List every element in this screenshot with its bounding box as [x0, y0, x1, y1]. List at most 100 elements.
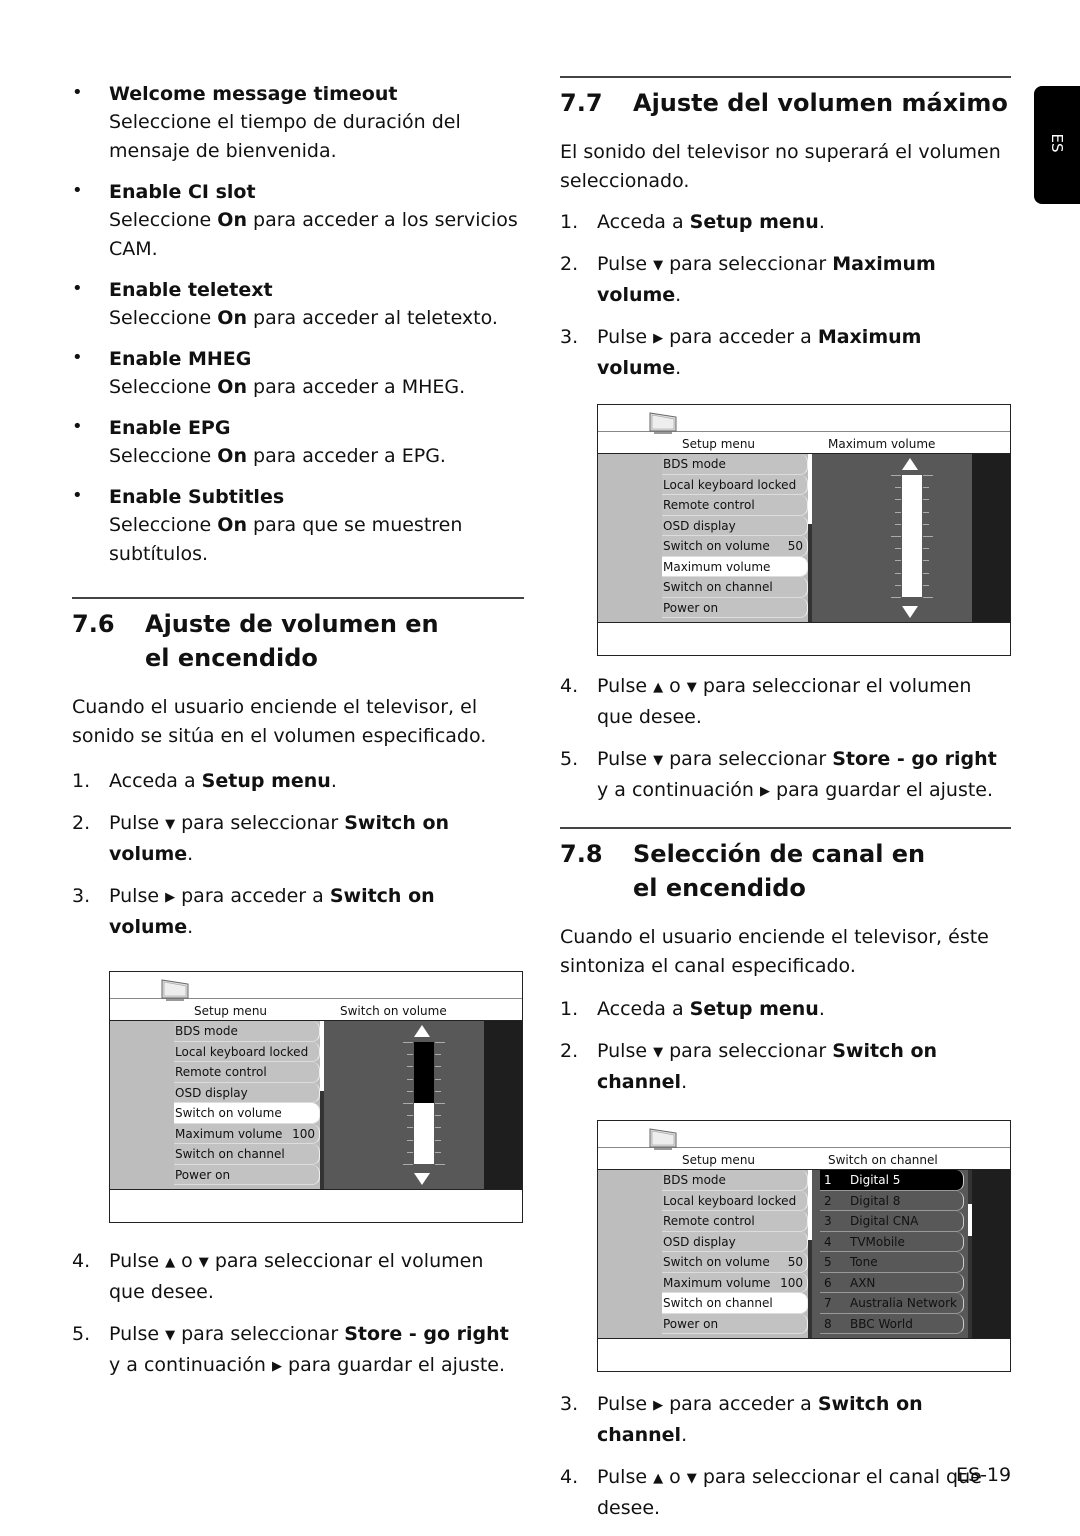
right-arrow-icon: ▶	[653, 1398, 664, 1413]
section-number: 7.7	[560, 89, 603, 117]
step-text: para seleccionar	[663, 748, 833, 770]
slider-tick	[435, 1042, 445, 1043]
volume-slider[interactable]	[891, 458, 933, 618]
channel-list-item[interactable]: 4 TVMobile	[820, 1231, 964, 1252]
down-arrow-icon: ▼	[653, 258, 664, 273]
slider-tick	[435, 1066, 441, 1068]
step-number: 1.	[560, 998, 579, 1020]
step-text: para guardar el ajuste.	[769, 779, 994, 801]
desc-bold: On	[217, 514, 247, 536]
volume-slider[interactable]	[403, 1025, 445, 1185]
bullet-title: Enable Subtitles	[109, 486, 285, 508]
osd-value-panel: 1 Digital 5 2 Digital 8 3 Digital CNA 4 TVMobil…	[812, 1170, 972, 1338]
channel-list-item[interactable]: 8 BBC World	[820, 1313, 964, 1334]
step-text: para seleccionar	[175, 1323, 345, 1345]
channel-list-item[interactable]: 5 Tone	[820, 1252, 964, 1273]
down-arrow-icon: ▼	[198, 1255, 209, 1270]
slider-tick	[403, 1103, 413, 1104]
channel-name: Digital 5	[850, 1173, 901, 1187]
channel-list-item[interactable]: 6 AXN	[820, 1272, 964, 1293]
slider-tick	[923, 597, 933, 598]
slider-down-arrow-icon[interactable]	[902, 606, 918, 618]
bullet-dot-icon: •	[72, 278, 83, 299]
slider-tick	[923, 536, 933, 537]
osd-menu-item[interactable]: Remote control	[662, 1211, 808, 1232]
osd-menu-item-label: Switch on volume	[175, 1106, 282, 1120]
channel-list-item[interactable]: 2 Digital 8	[820, 1190, 964, 1211]
osd-menu-item[interactable]: Remote control	[174, 1062, 320, 1083]
down-arrow-icon: ▼	[165, 817, 176, 832]
channel-name: TVMobile	[850, 1234, 905, 1249]
step-number: 2.	[560, 253, 579, 275]
bullet-description: Seleccione On para acceder al teletexto.	[109, 304, 524, 333]
osd-menu-item[interactable]: BDS mode	[662, 1170, 808, 1191]
slider-tick	[403, 1042, 413, 1043]
slider-tick	[895, 572, 901, 574]
bullet-dot-icon: •	[72, 485, 83, 506]
osd-menu-item[interactable]: Local keyboard locked	[662, 1190, 808, 1211]
osd-menu-item[interactable]: Power on	[662, 597, 808, 618]
slider-up-arrow-icon[interactable]	[902, 458, 918, 470]
osd-menu-item[interactable]: Switch on volume	[174, 1103, 320, 1124]
slider-up-arrow-icon[interactable]	[414, 1025, 430, 1037]
steps-list-continued: 3. Pulse ▶ para acceder a Switch on chann…	[560, 1390, 1011, 1522]
step-text: para acceder a	[663, 326, 818, 348]
osd-header-menu-title: Setup menu	[194, 1004, 268, 1018]
osd-menu-item[interactable]: Local keyboard locked	[174, 1041, 320, 1062]
slider-tick	[891, 475, 901, 476]
steps-list: 1. Acceda a Setup menu. 2. Pulse ▼ para sel…	[560, 208, 1011, 382]
step-text: Pulse	[597, 326, 654, 348]
step-text: Pulse	[597, 1466, 654, 1488]
osd-menu-item[interactable]: Switch on volume 50	[662, 1252, 808, 1273]
osd-menu-item[interactable]: BDS mode	[174, 1021, 320, 1042]
osd-menu-item[interactable]: Maximum volume	[662, 556, 808, 577]
step-item: 4. Pulse ▲ o ▼ para seleccionar el volume…	[560, 672, 1011, 731]
osd-menu-item[interactable]: Power on	[662, 1313, 808, 1334]
step-text: .	[681, 1071, 688, 1093]
slider-tick	[895, 511, 901, 513]
step-number: 1.	[560, 211, 579, 233]
step-text: Acceda a	[109, 770, 202, 792]
tv-osd-switch-on-channel: Setup menu Switch on channel BDS mode Local…	[597, 1120, 1011, 1372]
osd-menu-item[interactable]: OSD display	[174, 1082, 320, 1103]
osd-menu-item[interactable]: Maximum volume 100	[662, 1272, 808, 1293]
osd-header-menu-title: Setup menu	[682, 437, 756, 451]
channel-name: AXN	[850, 1275, 876, 1290]
osd-menu-item[interactable]: Local keyboard locked	[662, 474, 808, 495]
bullet-dot-icon: •	[72, 82, 83, 103]
step-text: .	[675, 284, 682, 306]
channel-list-item[interactable]: 3 Digital CNA	[820, 1211, 964, 1232]
desc-text: Seleccione	[109, 376, 218, 398]
osd-menu-item[interactable]: Remote control	[662, 495, 808, 516]
step-number: 5.	[560, 748, 579, 770]
step-text: para guardar el ajuste.	[281, 1354, 506, 1376]
osd-menu-item[interactable]: Switch on volume 50	[662, 536, 808, 557]
slider-tick	[923, 523, 929, 525]
channel-list-item[interactable]: 7 Australia Network	[820, 1293, 964, 1314]
osd-menu-item[interactable]: OSD display	[662, 1231, 808, 1252]
up-arrow-icon: ▲	[653, 1471, 664, 1486]
step-text: o	[175, 1250, 199, 1272]
desc-bold: On	[217, 445, 247, 467]
bullet-title: Enable MHEG	[109, 348, 252, 370]
step-text: .	[818, 211, 825, 233]
slider-down-arrow-icon[interactable]	[414, 1173, 430, 1185]
tv-osd-switch-on-volume: Setup menu Switch on volume BDS mode Local …	[109, 971, 523, 1223]
osd-menu-item-label: Power on	[663, 1316, 719, 1331]
channel-list-item[interactable]: 1 Digital 5	[820, 1170, 964, 1191]
osd-menu-item[interactable]: Maximum volume 100	[174, 1123, 320, 1144]
osd-menu-item[interactable]: Switch on channel	[662, 1293, 808, 1314]
osd-menu-item[interactable]: BDS mode	[662, 454, 808, 475]
step-text: .	[675, 357, 682, 379]
osd-menu-item[interactable]: Power on	[174, 1164, 320, 1185]
osd-menu-item[interactable]: OSD display	[662, 515, 808, 536]
step-item: 3. Pulse ▶ para acceder a Switch on chann…	[560, 1390, 1011, 1449]
slider-tick	[923, 487, 929, 489]
osd-menu-item-label: BDS mode	[663, 457, 726, 471]
osd-menu-item[interactable]: Switch on channel	[662, 577, 808, 598]
slider-tick	[923, 584, 929, 586]
step-bold-term: Store - go right	[832, 748, 997, 770]
osd-menu-item[interactable]: Switch on channel	[174, 1144, 320, 1165]
slider-tick	[435, 1115, 441, 1117]
section-divider	[72, 597, 524, 599]
